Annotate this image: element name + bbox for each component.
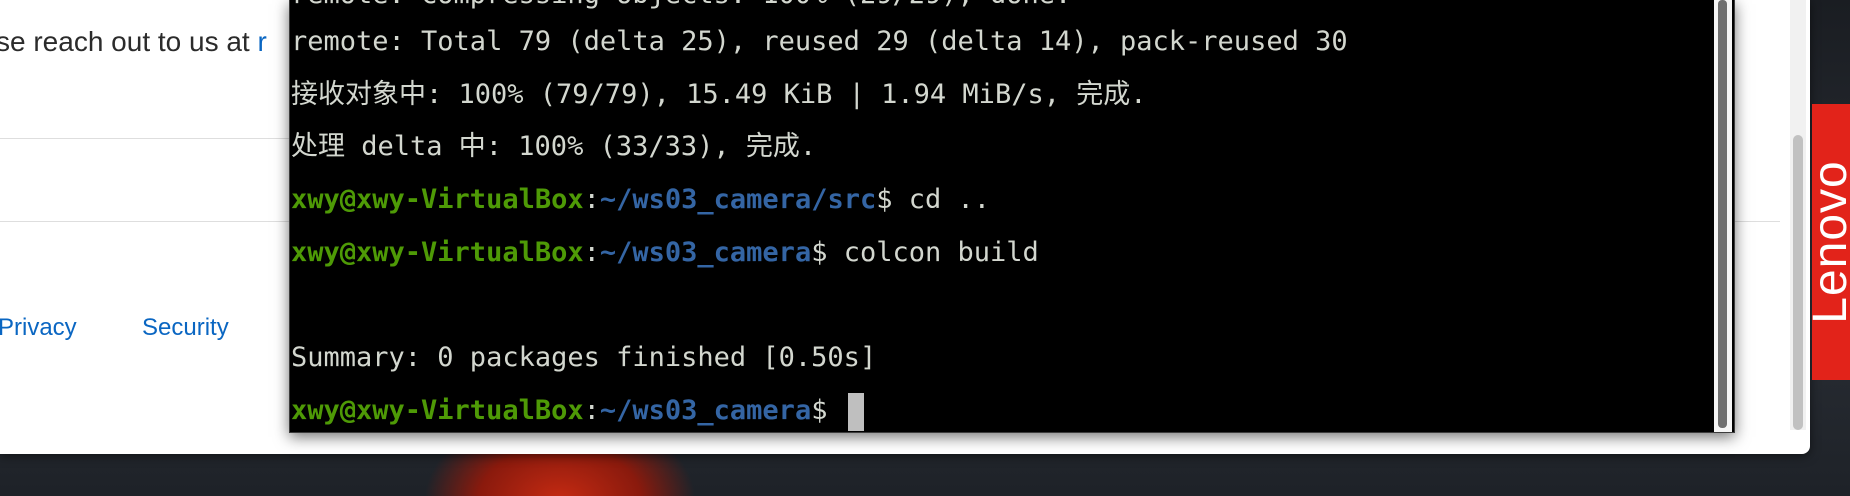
prompt-separator: : <box>583 184 600 215</box>
prompt-path: ~/ws03_camera <box>599 237 812 268</box>
lenovo-ad-banner[interactable]: Lenovo <box>1812 104 1850 380</box>
prompt-separator: : <box>583 237 600 268</box>
contact-text-content: se reach out to us at <box>0 26 258 57</box>
terminal-line: 接收对象中: 100% (79/79), 15.49 KiB | 1.94 Mi… <box>291 79 1147 110</box>
terminal-line: 处理 delta 中: 100% (33/33), 完成. <box>291 131 817 162</box>
terminal-window[interactable]: remote: Compressing objects: 100% (29/29… <box>289 0 1735 433</box>
terminal-command: cd .. <box>908 184 991 215</box>
terminal-cursor[interactable] <box>847 392 864 431</box>
terminal-output[interactable]: remote: Compressing objects: 100% (29/29… <box>291 0 1711 432</box>
prompt-separator: : <box>583 395 600 426</box>
terminal-prompt-line: xwy@xwy-VirtualBox:~/ws03_camera$ colcon… <box>291 226 1039 279</box>
prompt-dollar: $ <box>876 184 909 215</box>
terminal-line: remote: Total 79 (delta 25), reused 29 (… <box>291 26 1348 57</box>
prompt-path: ~/ws03_camera/src <box>599 184 877 215</box>
lenovo-logo: Lenovo <box>1812 160 1850 324</box>
browser-scrollbar-thumb[interactable] <box>1793 135 1803 430</box>
terminal-line: Summary: 0 packages finished [0.50s] <box>291 342 877 373</box>
prompt-dollar: $ <box>811 237 844 268</box>
prompt-path: ~/ws03_camera <box>599 395 812 426</box>
terminal-prompt-line: xwy@xwy-VirtualBox:~/ws03_camera/src$ cd… <box>291 173 990 226</box>
terminal-prompt-line: xwy@xwy-VirtualBox:~/ws03_camera$ <box>291 384 864 432</box>
prompt-user: xwy@xwy-VirtualBox <box>291 395 584 426</box>
contact-email-link[interactable]: r <box>258 26 267 57</box>
terminal-scrollbar-thumb[interactable] <box>1718 0 1727 428</box>
divider <box>0 138 330 139</box>
prompt-user: xwy@xwy-VirtualBox <box>291 184 584 215</box>
footer-privacy-link[interactable]: Privacy <box>0 314 77 342</box>
prompt-dollar: $ <box>811 395 844 426</box>
contact-text: se reach out to us at r <box>0 26 267 58</box>
prompt-user: xwy@xwy-VirtualBox <box>291 237 584 268</box>
terminal-command: colcon build <box>843 237 1039 268</box>
footer-security-link[interactable]: Security <box>142 314 229 342</box>
